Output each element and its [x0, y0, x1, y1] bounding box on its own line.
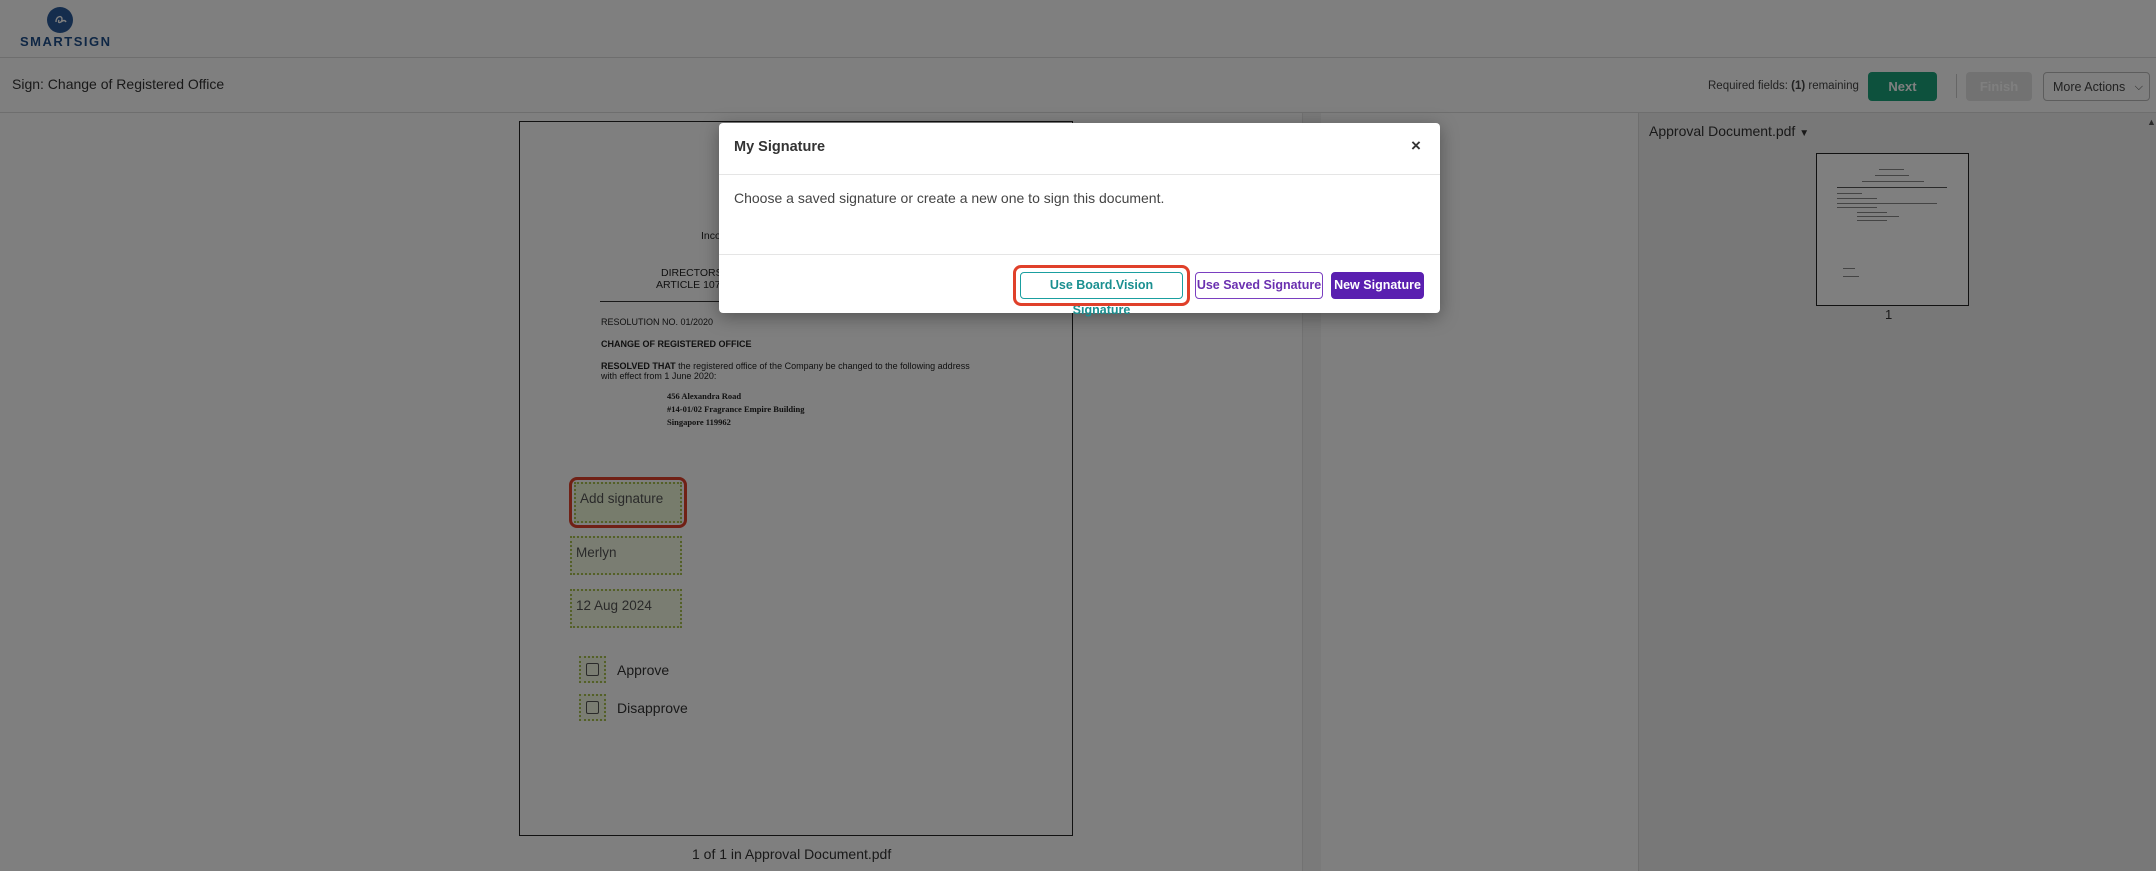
dialog-title: My Signature	[734, 139, 826, 155]
dialog-divider-top	[719, 174, 1440, 175]
my-signature-dialog: My Signature × Choose a saved signature …	[719, 123, 1440, 317]
close-icon[interactable]: ×	[1411, 136, 1421, 156]
dialog-divider-bottom	[719, 254, 1440, 255]
use-saved-signature-button[interactable]: Use Saved Signature	[1195, 272, 1323, 299]
new-signature-button[interactable]: New Signature	[1331, 272, 1424, 299]
boardvision-button-highlight	[1013, 265, 1190, 306]
dialog-message: Choose a saved signature or create a new…	[734, 190, 1165, 206]
